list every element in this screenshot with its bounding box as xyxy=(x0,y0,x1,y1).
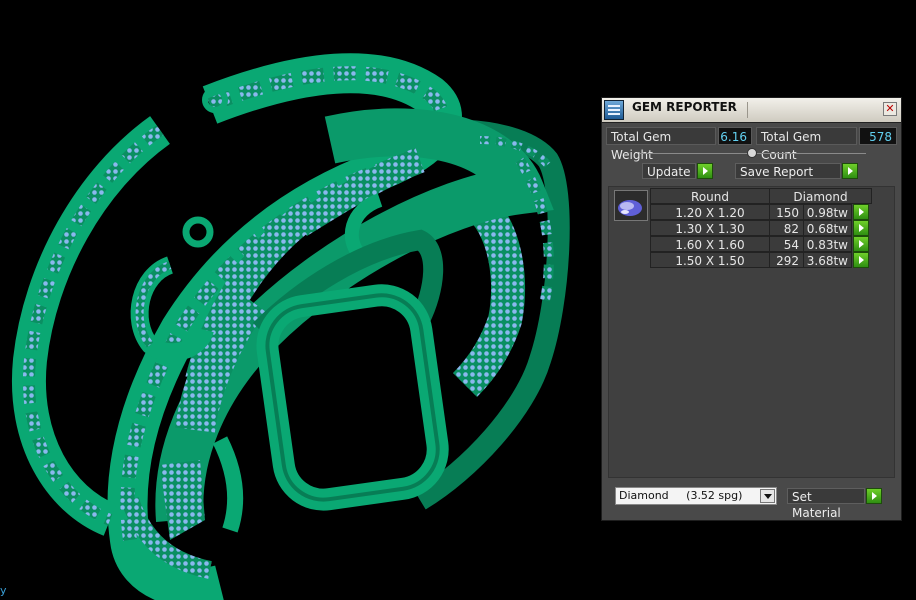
gem-row-size: 1.60 X 1.60 xyxy=(650,236,770,252)
gem-row-go-button[interactable] xyxy=(853,204,869,220)
report-slider-handle[interactable] xyxy=(747,148,757,158)
panel-title: GEM REPORTER xyxy=(632,100,737,114)
gem-row-size: 1.50 X 1.50 xyxy=(650,252,770,268)
gem-row-weight: 3.68tw xyxy=(803,252,852,268)
gem-row-count: 150 xyxy=(769,204,804,220)
update-button-label: Update xyxy=(642,163,696,179)
update-button[interactable]: Update xyxy=(642,163,714,179)
gem-reporter-panel: GEM REPORTER ✕ Total Gem Weight 6.16 Tot… xyxy=(601,97,902,521)
gem-reporter-logo-icon xyxy=(604,100,624,120)
chevron-down-icon[interactable] xyxy=(760,489,775,503)
total-gem-count: Total Gem Count 578 xyxy=(756,127,898,162)
gem-row-weight: 0.68tw xyxy=(803,220,852,236)
set-material-button-label: Set Material xyxy=(787,488,865,520)
material-header: Diamond xyxy=(769,188,872,204)
set-material-button[interactable]: Set Material xyxy=(787,488,883,520)
gem-list: Round Diamond 1.20 X 1.20 150 0.98tw 1.3… xyxy=(608,186,895,478)
gem-row-count: 82 xyxy=(769,220,804,236)
round-gem-icon xyxy=(618,200,642,216)
gem-row-count: 292 xyxy=(769,252,804,268)
titlebar-divider xyxy=(747,102,748,118)
axis-indicator: y xyxy=(0,584,7,597)
save-report-button-label: Save Report xyxy=(735,163,841,179)
close-icon[interactable]: ✕ xyxy=(883,102,897,116)
set-material-go-icon[interactable] xyxy=(866,488,882,504)
gem-row-size: 1.20 X 1.20 xyxy=(650,204,770,220)
gem-row-weight: 0.98tw xyxy=(803,204,852,220)
panel-titlebar[interactable]: GEM REPORTER ✕ xyxy=(602,98,901,123)
update-go-icon[interactable] xyxy=(697,163,713,179)
gem-row-count: 54 xyxy=(769,236,804,252)
total-gem-weight: Total Gem Weight 6.16 xyxy=(606,127,752,162)
material-select-value: Diamond (3.52 spg) xyxy=(619,489,743,502)
total-gem-count-label: Total Gem Count xyxy=(756,127,857,162)
total-gem-weight-label: Total Gem Weight xyxy=(606,127,716,162)
save-report-button[interactable]: Save Report xyxy=(735,163,859,179)
shape-header: Round xyxy=(650,188,770,204)
gem-row-go-button[interactable] xyxy=(853,236,869,252)
material-select[interactable]: Diamond (3.52 spg) xyxy=(615,487,777,505)
gem-row-go-button[interactable] xyxy=(853,220,869,236)
save-report-go-icon[interactable] xyxy=(842,163,858,179)
total-gem-count-value: 578 xyxy=(859,127,897,145)
round-gem-thumbnail[interactable] xyxy=(614,190,648,221)
total-gem-weight-value: 6.16 xyxy=(718,127,752,145)
gem-row-go-button[interactable] xyxy=(853,252,869,268)
gem-row-weight: 0.83tw xyxy=(803,236,852,252)
gem-row-size: 1.30 X 1.30 xyxy=(650,220,770,236)
